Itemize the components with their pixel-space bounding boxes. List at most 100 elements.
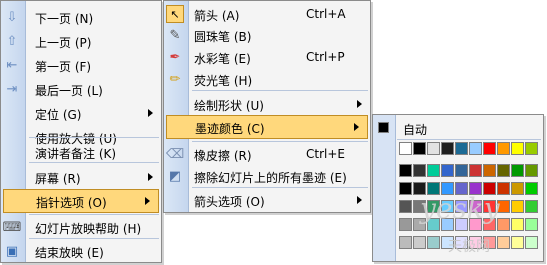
color-swatch[interactable] [525,164,538,177]
menu-item-label: 擦除幻灯片上的所有墨迹 (E) [194,171,347,185]
color-swatch[interactable] [455,142,468,155]
menu-item-draw-shapes[interactable]: 绘制形状 (U) [164,92,370,116]
menu-item-first[interactable]: ⇤ 第一页 (F) [1,53,161,77]
color-swatch[interactable] [399,182,412,195]
color-swatch[interactable] [427,164,440,177]
menu-item-label: 绘制形状 (U) [194,99,264,113]
submenu-arrow-icon [354,123,359,131]
menu-separator [29,162,159,163]
menu-item-erase-all-ink[interactable]: ◩ 擦除幻灯片上的所有墨迹 (E) [164,164,370,188]
color-swatch[interactable] [441,164,454,177]
menu-item-label: 墨迹颜色 (C) [195,122,265,136]
menu-item-felt-pen[interactable]: ✒ 水彩笔 (E) Ctrl+P [164,45,370,69]
color-swatch[interactable] [511,218,524,231]
color-swatch[interactable] [525,200,538,213]
auto-color-option[interactable]: 自动 [373,117,543,139]
menu-item-highlighter[interactable]: ✏ 荧光笔 (H) [164,67,370,91]
color-swatch[interactable] [525,142,538,155]
submenu-arrow-icon [148,109,153,117]
up-arrow-icon: ⇧ [6,33,18,49]
menu-item-label: 屏幕 (R) [35,172,81,186]
color-swatch[interactable] [511,182,524,195]
menu-item-arrow-options[interactable]: 箭头选项 (O) [164,188,370,212]
color-swatch[interactable] [455,164,468,177]
menu-item-label: 最后一页 (L) [35,84,103,98]
menu-item-label: 荧光笔 (H) [194,74,253,88]
menu-item-speaker-notes[interactable]: 演讲者备注 (K) [1,140,161,164]
menu-item-shortcut: Ctrl+P [306,50,345,64]
color-swatch[interactable] [399,164,412,177]
menu-item-label: 上一页 (P) [35,36,92,50]
color-swatch[interactable] [399,200,412,213]
submenu-arrow-icon [148,173,153,181]
menu-item-eraser[interactable]: ⌫ 橡皮擦 (R) Ctrl+E [164,142,370,166]
color-swatch[interactable] [413,142,426,155]
submenu-arrow-icon [357,196,362,204]
color-swatch[interactable] [525,236,538,249]
menu-item-next[interactable]: ⇩ 下一页 (N) [1,5,161,29]
end-show-icon: ▣ [5,243,19,259]
keyboard-icon: ⌨ [2,219,22,235]
first-page-icon: ⇤ [6,57,18,73]
menu-item-goto[interactable]: 定位 (G) [1,101,161,125]
menu-item-show-help[interactable]: ⌨ 幻灯片放映帮助 (H) [1,215,161,239]
menu-item-label: 结束放映 (E) [35,246,104,260]
menu-item-screen[interactable]: 屏幕 (R) [1,165,161,189]
menu-item-label: 箭头 (A) [194,9,240,23]
menu-item-label: 下一页 (N) [35,12,94,26]
eraser-icon: ⌫ [165,146,185,162]
arrow-cursor-icon: ↖ [166,5,184,23]
menu-separator [29,137,159,138]
submenu-arrow-icon [357,100,362,108]
color-swatch[interactable] [497,142,510,155]
menu-item-label: 指针选项 (O) [36,196,107,210]
color-swatch[interactable] [511,164,524,177]
menu-item-ballpoint-pen[interactable]: ✎ 圆珠笔 (B) [164,23,370,47]
menu-item-last[interactable]: ⇥ 最后一页 (L) [1,77,161,101]
menu-item-previous[interactable]: ⇧ 上一页 (P) [1,29,161,53]
color-swatch[interactable] [469,142,482,155]
color-swatch[interactable] [511,236,524,249]
highlighter-icon: ✏ [169,71,181,87]
color-swatch[interactable] [469,164,482,177]
menu-separator [397,139,541,140]
color-swatch[interactable] [483,142,496,155]
menu-item-label: 水彩笔 (E) [194,52,251,66]
menu-item-label: 箭头选项 (O) [194,195,265,209]
color-swatch[interactable] [399,236,412,249]
color-swatch[interactable] [413,236,426,249]
watermark-site: 天极网 [448,239,490,255]
menu-item-end-show[interactable]: ▣ 结束放映 (E) [1,239,161,263]
ballpoint-pen-icon: ✎ [169,27,181,43]
pointer-options-submenu: ↖ 箭头 (A) Ctrl+A ✎ 圆珠笔 (B) ✒ 水彩笔 (E) Ctrl… [163,0,371,213]
color-swatch[interactable] [511,142,524,155]
auto-color-swatch [378,122,389,133]
color-swatch[interactable] [497,236,510,249]
color-swatch[interactable] [497,164,510,177]
menu-item-pointer-options[interactable]: 指针选项 (O) [3,189,159,213]
color-swatch[interactable] [483,164,496,177]
color-swatch[interactable] [427,236,440,249]
color-swatch[interactable] [413,164,426,177]
menu-item-label: 演讲者备注 (K) [35,147,117,161]
color-swatch[interactable] [427,142,440,155]
menu-item-label: 橡皮擦 (R) [194,149,252,163]
menu-item-label: 第一页 (F) [35,60,92,74]
color-swatch[interactable] [399,218,412,231]
menu-item-label: 圆珠笔 (B) [194,30,252,44]
color-swatch[interactable] [525,182,538,195]
menu-item-ink-color[interactable]: 墨迹颜色 (C) [166,115,368,139]
color-swatch[interactable] [441,142,454,155]
menu-item-shortcut: Ctrl+A [306,7,346,21]
submenu-arrow-icon [145,197,150,205]
context-menu-main: ⇩ 下一页 (N) ⇧ 上一页 (P) ⇤ 第一页 (F) ⇥ 最后一页 (L)… [0,0,162,263]
auto-color-label: 自动 [403,123,428,137]
watermark-yesky: yesky [420,192,500,225]
color-swatch[interactable] [399,142,412,155]
color-swatch[interactable] [511,200,524,213]
last-page-icon: ⇥ [6,81,18,97]
color-swatch[interactable] [525,218,538,231]
down-arrow-icon: ⇩ [6,9,18,25]
menu-item-shortcut: Ctrl+E [306,147,345,161]
menu-item-label: 定位 (G) [35,108,82,122]
